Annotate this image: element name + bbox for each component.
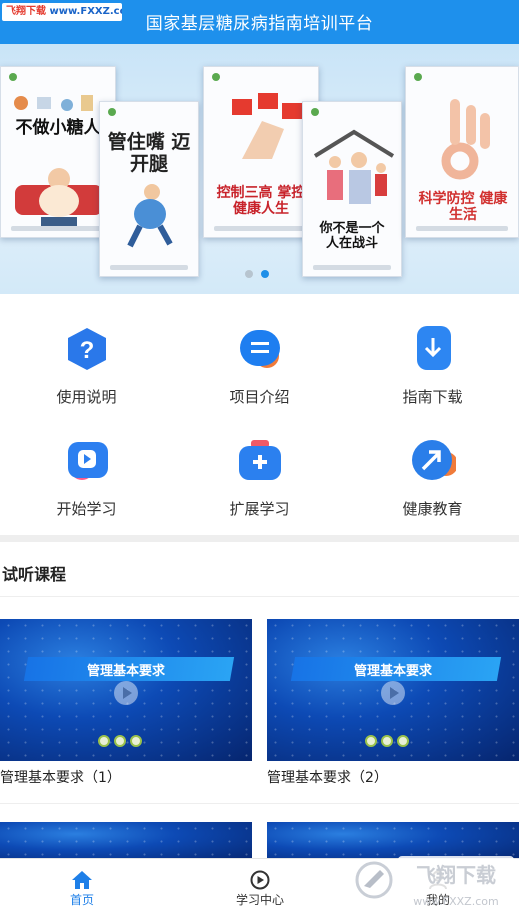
thumbnail-logos [98, 735, 142, 747]
course-card-3[interactable] [0, 822, 252, 862]
watermark-brand-text: 飞翔下载 [416, 863, 496, 887]
svg-text:?: ? [79, 337, 94, 364]
banner-poster-4[interactable]: 你不是一个人在战斗 [302, 101, 402, 277]
section-divider [0, 535, 519, 542]
hand-ok-illustration [441, 99, 490, 180]
grid-item-health-education[interactable]: 健康教育 [346, 438, 519, 519]
thumbnail-logos [365, 735, 409, 747]
tab-learning-center[interactable]: 学习中心 [200, 859, 320, 913]
banner-carousel[interactable]: 不做小糖人 管住嘴 迈开腿 控制三高 掌控健康人生 你不是一个人在战斗 科学防控… [0, 44, 519, 294]
poster-illustration [15, 168, 103, 227]
tab-home[interactable]: 首页 [22, 859, 142, 913]
grid-item-label: 指南下载 [402, 388, 463, 406]
watermark-brand: 飞翔下载 [6, 6, 46, 17]
watermark-top: 飞翔下载 www.FXXZ.com [2, 3, 122, 21]
poster-slogan: 科学防控 健康生活 [418, 191, 508, 224]
play-icon[interactable] [114, 681, 138, 705]
section-line [0, 596, 519, 597]
runner-illustration [127, 184, 173, 248]
grid-item-label: 项目介绍 [229, 388, 290, 406]
question-icon: ? [64, 326, 110, 372]
app-header: 国家基层糖尿病指南培训平台 飞翔下载 www.FXXZ.com [0, 0, 519, 44]
grid-item-label: 扩展学习 [229, 500, 290, 518]
watermark-bottom: 飞翔下载 www.FXXZ.com [350, 850, 518, 910]
intro-icon [237, 326, 283, 372]
play-circle-icon [250, 870, 270, 890]
grid-item-label: 使用说明 [56, 388, 117, 406]
course-card-1[interactable]: 管理基本要求 管理基本要求（1） [0, 619, 252, 791]
poster-slogan: 管住嘴 迈开腿 [107, 131, 191, 175]
carousel-indicator[interactable] [245, 270, 269, 278]
course-title[interactable]: 管理基本要求（1） [0, 767, 121, 787]
banner-poster-5[interactable]: 科学防控 健康生活 [405, 66, 519, 238]
arrow-icon [410, 438, 458, 484]
watermark-url: www.FXXZ.com [49, 6, 122, 17]
course-thumbnail[interactable]: 管理基本要求 [267, 619, 519, 761]
plus-icon [237, 438, 283, 484]
grid-item-usage[interactable]: ? 使用说明 [0, 326, 173, 407]
grid-item-start-learning[interactable]: 开始学习 [0, 438, 173, 519]
grid-item-label: 健康教育 [402, 500, 463, 518]
poster-illustration [232, 93, 302, 159]
course-thumbnail[interactable]: 管理基本要求 [0, 619, 252, 761]
play-icon [64, 438, 110, 484]
watermark-url-text: www.FXXZ.com [413, 895, 498, 908]
carousel-dot-1[interactable] [245, 270, 253, 278]
poster-slogan: 控制三高 掌控健康人生 [216, 185, 306, 218]
section-title: 试听课程 [2, 565, 67, 584]
banner-poster-2[interactable]: 管住嘴 迈开腿 [99, 101, 199, 277]
carousel-dot-2[interactable] [261, 270, 269, 278]
thumbnail-title: 管理基本要求 [353, 664, 432, 679]
grid-item-extended-learning[interactable]: 扩展学习 [173, 438, 346, 519]
card-row-divider [0, 803, 519, 804]
tab-label: 首页 [69, 893, 94, 907]
tab-label: 学习中心 [235, 893, 284, 907]
watermark-logo-icon: 飞翔下载 www.FXXZ.com [354, 856, 514, 908]
course-title[interactable]: 管理基本要求（2） [267, 767, 388, 787]
family-illustration [313, 129, 395, 204]
grid-item-label: 开始学习 [56, 500, 117, 518]
course-thumbnail[interactable] [0, 822, 252, 862]
home-icon [72, 871, 92, 889]
course-card-2[interactable]: 管理基本要求 管理基本要求（2） [267, 619, 519, 791]
grid-item-intro[interactable]: 项目介绍 [173, 326, 346, 407]
download-icon [410, 326, 456, 372]
poster-slogan: 你不是一个人在战斗 [319, 221, 385, 251]
feature-grid: ? 使用说明 项目介绍 指南下载 开始学习 扩展学习 健康教育 [0, 300, 519, 532]
grid-item-download[interactable]: 指南下载 [346, 326, 519, 407]
poster-slogan: 不做小糖人 [15, 118, 101, 138]
play-icon[interactable] [381, 681, 405, 705]
thumbnail-title: 管理基本要求 [86, 664, 165, 679]
